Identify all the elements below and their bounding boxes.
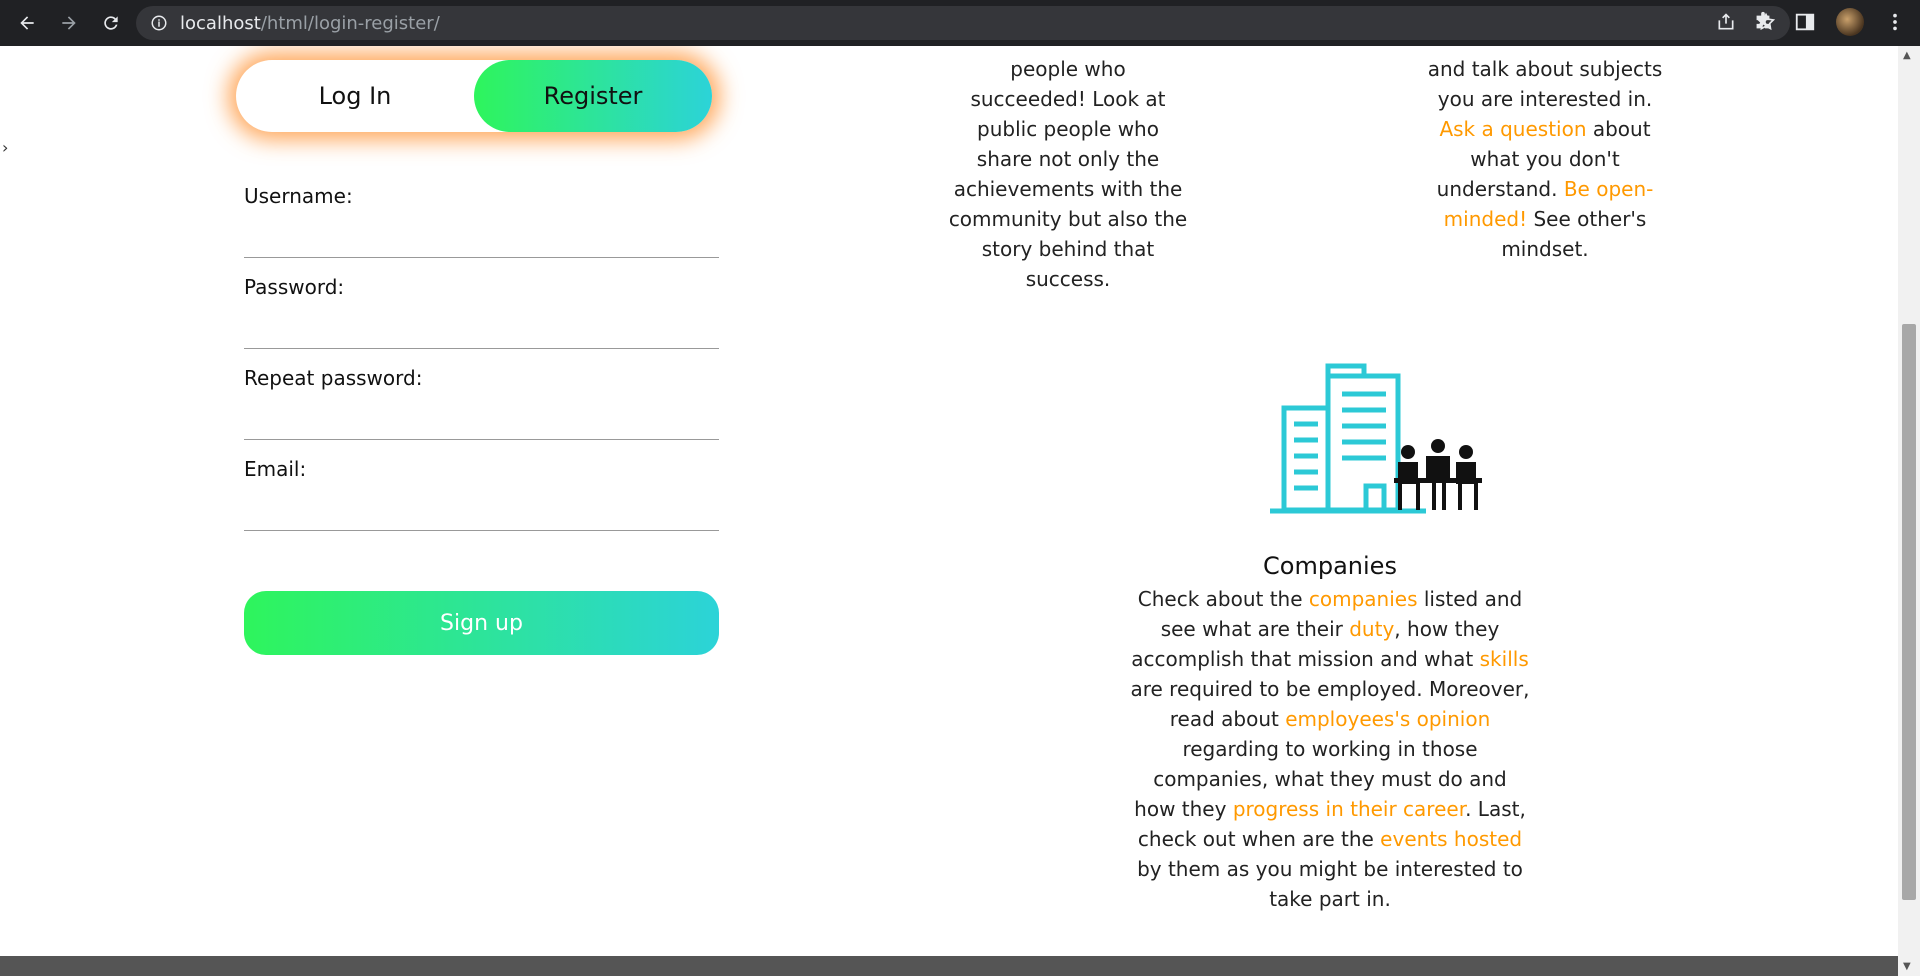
menu-kebab-icon[interactable]	[1884, 11, 1906, 33]
register-tab[interactable]: Register	[474, 60, 712, 132]
text-line: public people who	[977, 117, 1159, 141]
arrow-right-icon	[62, 16, 76, 30]
text-fragment: See other's	[1527, 207, 1647, 231]
highlight-skills: skills	[1479, 647, 1529, 671]
text-line: share not only the	[976, 147, 1160, 171]
scroll-up-arrow-icon[interactable]: ▲	[1903, 50, 1911, 61]
highlight-ask-question: Ask a question	[1439, 117, 1587, 141]
text-line: achievements with the	[953, 177, 1183, 201]
scrollbar-thumb[interactable]	[1902, 324, 1916, 900]
text-line: success.	[1025, 267, 1111, 291]
email-input[interactable]	[244, 497, 719, 531]
text-line: people who	[1010, 57, 1126, 81]
forward-button[interactable]	[54, 8, 84, 38]
repeat-password-field-group: Repeat password:	[244, 366, 719, 457]
username-input[interactable]	[244, 224, 719, 258]
share-icon[interactable]	[1716, 12, 1736, 32]
auth-mode-toggle: Log In Register	[236, 60, 712, 132]
text-fragment: Check about the	[1137, 587, 1309, 611]
username-label: Username:	[244, 184, 353, 208]
highlight-minded: minded!	[1443, 207, 1528, 231]
text-line: understand. Be open-	[1410, 174, 1680, 204]
password-field-group: Password:	[244, 275, 719, 366]
reload-button[interactable]	[96, 8, 126, 38]
password-input[interactable]	[244, 315, 719, 349]
vertical-scrollbar[interactable]: ▲ ▼	[1898, 46, 1920, 976]
url-text[interactable]: localhost/html/login-register/	[180, 13, 440, 34]
highlight-career-progress: progress in their career	[1232, 797, 1466, 821]
side-panel-icon[interactable]	[1794, 11, 1816, 33]
highlight-companies: companies	[1308, 587, 1418, 611]
discussion-text: and talk about subjects you are interest…	[1410, 54, 1680, 264]
chevron-right-icon[interactable]: ›	[2, 138, 8, 157]
page-viewport: › Log In Register Username: Password: Re…	[0, 46, 1898, 976]
url-path: /html/login-register/	[260, 12, 440, 34]
email-label: Email:	[244, 457, 307, 481]
register-form: Username: Password: Repeat password: Ema…	[244, 184, 719, 548]
scroll-down-arrow-icon[interactable]: ▼	[1903, 961, 1911, 972]
login-tab[interactable]: Log In	[236, 60, 474, 132]
text-line: story behind that	[981, 237, 1155, 261]
arrow-left-icon	[20, 16, 34, 30]
success-stories-text: people who succeeded! Look at public peo…	[938, 54, 1198, 294]
address-bar[interactable]: localhost/html/login-register/	[136, 6, 1790, 40]
reload-icon	[104, 16, 118, 30]
profile-avatar[interactable]	[1836, 8, 1864, 36]
password-label: Password:	[244, 275, 345, 299]
extensions-puzzle-icon[interactable]	[1752, 11, 1774, 33]
companies-building-meeting-icon	[1270, 363, 1482, 514]
highlight-be-open: Be open-	[1563, 177, 1654, 201]
text-line: mindset.	[1501, 237, 1589, 261]
email-field-group: Email:	[244, 457, 719, 548]
text-line: community but also the	[948, 207, 1188, 231]
text-line: Ask a question about	[1410, 114, 1680, 144]
repeat-password-label: Repeat password:	[244, 366, 423, 390]
text-line: and talk about subjects	[1427, 57, 1663, 81]
text-fragment: about	[1586, 117, 1651, 141]
companies-description: Check about the companies listed and see…	[1130, 584, 1530, 914]
highlight-duty: duty	[1349, 617, 1395, 641]
text-line: what you don't	[1470, 147, 1620, 171]
text-line: minded! See other's	[1410, 204, 1680, 234]
signup-button[interactable]: Sign up	[244, 591, 719, 655]
back-button[interactable]	[12, 8, 42, 38]
highlight-employees-opinion: employees's opinion	[1285, 707, 1491, 731]
page-footer	[0, 956, 1898, 976]
url-host: localhost	[180, 12, 261, 34]
repeat-password-input[interactable]	[244, 406, 719, 440]
text-fragment: understand.	[1436, 177, 1564, 201]
username-field-group: Username:	[244, 184, 719, 275]
text-fragment: by them as you might be interested to ta…	[1137, 857, 1523, 911]
info-icon[interactable]	[150, 14, 168, 32]
browser-toolbar: localhost/html/login-register/	[0, 0, 1920, 46]
highlight-events-hosted: events hosted	[1380, 827, 1523, 851]
text-line: you are interested in.	[1437, 87, 1653, 111]
companies-heading: Companies	[1263, 552, 1397, 580]
text-line: succeeded! Look at	[970, 87, 1166, 111]
